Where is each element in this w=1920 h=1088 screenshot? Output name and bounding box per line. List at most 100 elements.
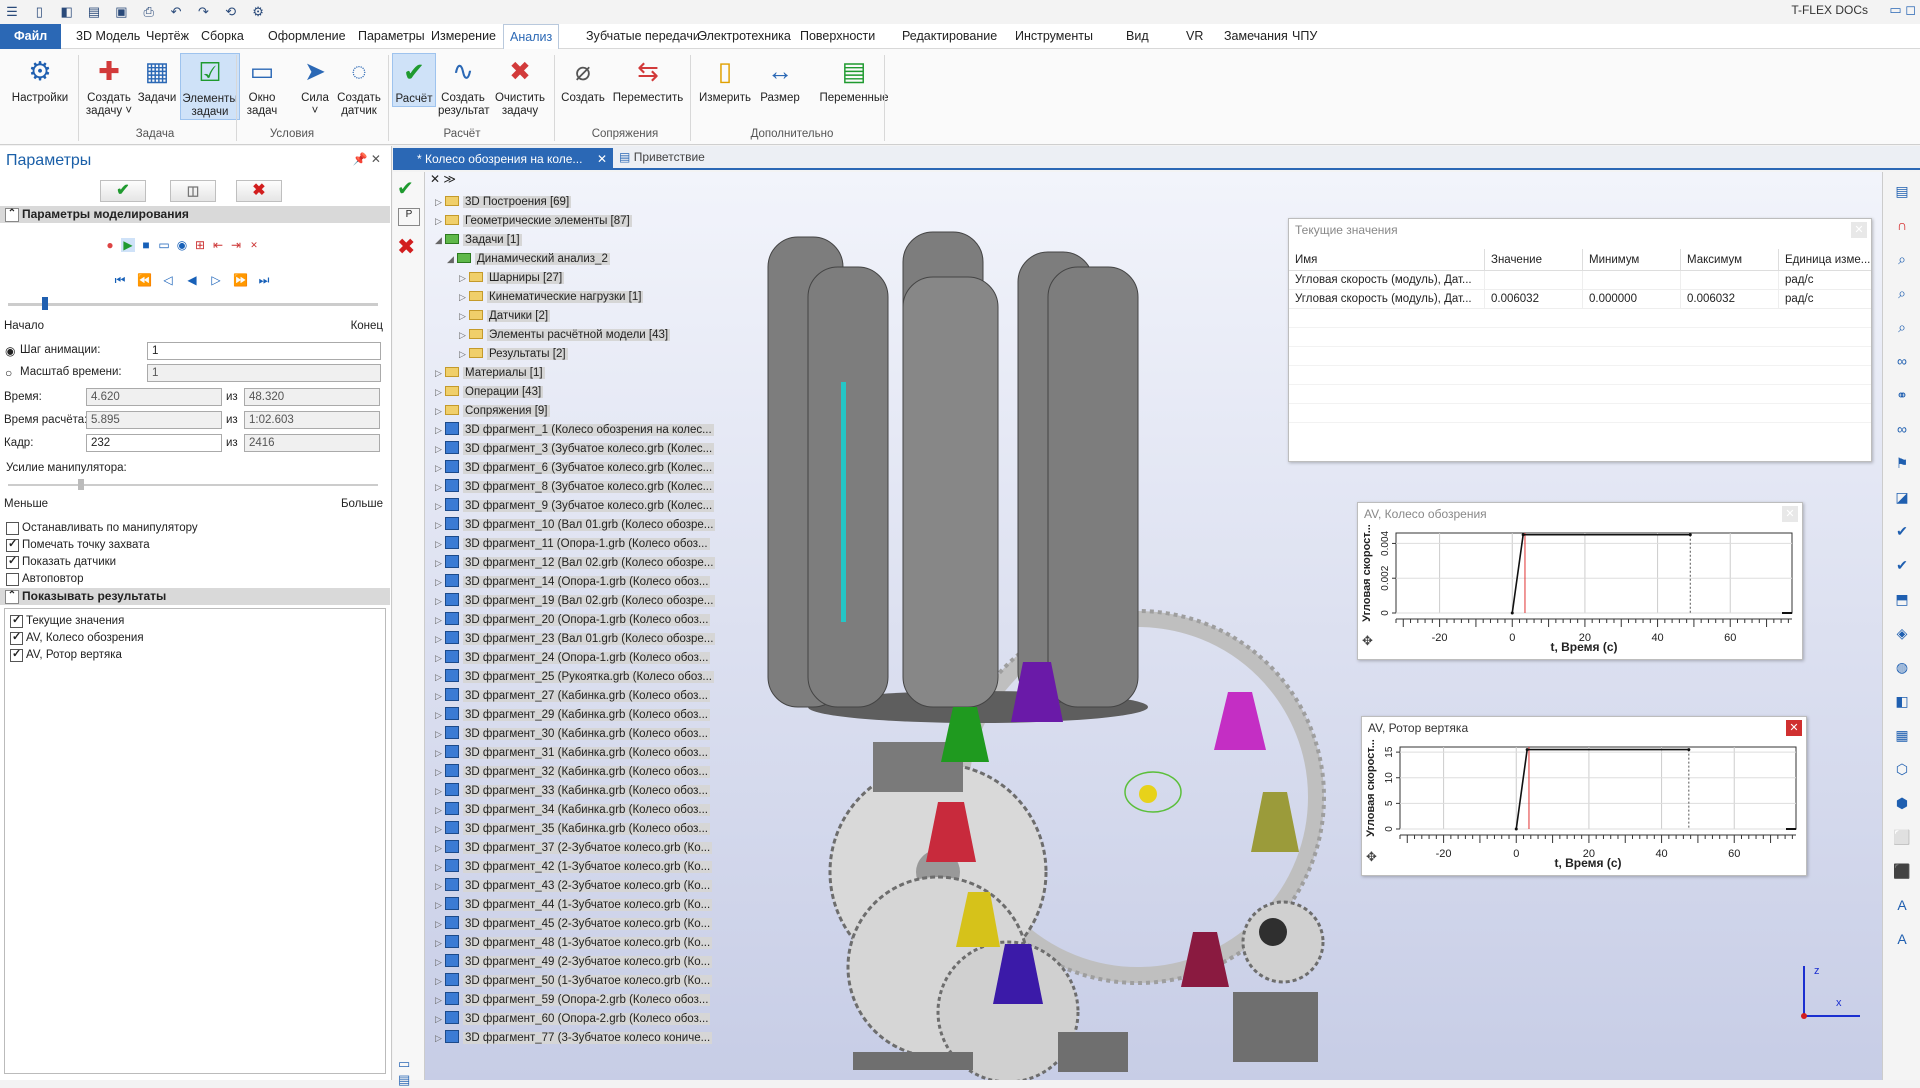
section-results[interactable]: Показывать результаты <box>0 588 390 605</box>
tree-item[interactable]: ▷ Результаты [2] <box>459 346 568 363</box>
section-sim-params[interactable]: Параметры моделирования <box>0 206 390 223</box>
expand-icon[interactable]: ▷ <box>435 1030 445 1047</box>
tree-item[interactable]: ▷ 3D фрагмент_37 (2-Зубчатое колесо.grb (… <box>435 840 713 857</box>
expand-icon[interactable]: ▷ <box>459 346 469 363</box>
view-tool-icon-21[interactable]: A <box>1891 894 1913 916</box>
menu-15[interactable]: Замечания <box>1218 24 1294 49</box>
expand-icon[interactable]: ▷ <box>435 802 445 819</box>
view-tool-icon-6[interactable]: ⚭ <box>1891 384 1913 406</box>
expand-icon[interactable]: ▷ <box>435 479 445 496</box>
column-header[interactable]: Имя <box>1289 249 1484 270</box>
tree-item[interactable]: ▷ 3D фрагмент_19 (Вал 02.grb (Колесо обоз… <box>435 593 716 610</box>
view-tool-icon-5[interactable]: ∞ <box>1891 350 1913 372</box>
tree-item[interactable]: ◢ Динамический анализ_2 <box>447 251 610 268</box>
expand-icon[interactable]: ◢ <box>447 251 457 268</box>
tree-item[interactable]: ▷ 3D фрагмент_59 (Опора-2.grb (Колесо обо… <box>435 992 711 1009</box>
tree-close-icon[interactable]: ✕ ≫ <box>430 172 460 190</box>
expand-icon[interactable]: ▷ <box>435 821 445 838</box>
view-mode-icon[interactable]: ▭ ▤ <box>398 1056 424 1088</box>
mark-end-icon[interactable]: ⇥ <box>229 238 243 252</box>
go-last-icon[interactable]: ⏭ <box>257 273 271 287</box>
cancel-icon[interactable]: ✖ <box>397 234 415 260</box>
checkbox-1[interactable]: Помечать точку захвата <box>6 538 150 552</box>
ribbon-button-0[interactable]: ⚙ Настройки <box>6 53 74 105</box>
tree-item[interactable]: ▷ Геометрические элементы [87] <box>435 213 632 230</box>
view-tool-icon-3[interactable]: ⌕ <box>1891 282 1913 304</box>
tree-item[interactable]: ▷ 3D фрагмент_29 (Кабинка.grb (Колесо обо… <box>435 707 710 724</box>
table-row[interactable]: Угловая скорость (модуль), Дат... рад/с <box>1289 271 1871 290</box>
expand-icon[interactable]: ▷ <box>435 517 445 534</box>
expand-icon[interactable]: ▷ <box>435 764 445 781</box>
tree-item[interactable]: ▷ 3D фрагмент_33 (Кабинка.grb (Колесо обо… <box>435 783 710 800</box>
fast-forward-icon[interactable]: ⏩ <box>233 273 248 287</box>
tree-item[interactable]: ▷ Шарниры [27] <box>459 270 565 287</box>
expand-icon[interactable]: ▷ <box>435 916 445 933</box>
menu-5[interactable]: Параметры <box>352 24 431 49</box>
ribbon-button-6[interactable]: ◌ Создать датчик <box>335 53 383 118</box>
tree-item[interactable]: ▷ Кинематические нагрузки [1] <box>459 289 644 306</box>
tree-item[interactable]: ▷ 3D фрагмент_6 (Зубчатое колесо.grb (Кол… <box>435 460 715 477</box>
expand-icon[interactable]: ▷ <box>435 669 445 686</box>
menu-3[interactable]: Сборка <box>195 24 250 49</box>
checkbox-0[interactable]: Останавливать по манипулятору <box>6 522 198 535</box>
view-tool-icon-0[interactable]: ▤ <box>1891 180 1913 202</box>
ribbon-button-2[interactable]: ▦ Задачи <box>134 53 180 105</box>
template-icon[interactable]: ▤ <box>84 3 104 21</box>
go-first-icon[interactable]: ⏮ <box>113 273 127 287</box>
expand-icon[interactable]: ▷ <box>435 194 445 211</box>
ribbon-button-9[interactable]: ✖ Очистить задачу <box>492 53 548 118</box>
expand-icon[interactable]: ▷ <box>435 992 445 1009</box>
tree-item[interactable]: ▷ Материалы [1] <box>435 365 545 382</box>
menu-11[interactable]: Редактирование <box>896 24 1003 49</box>
step-back-icon[interactable]: ◁ <box>161 273 175 287</box>
view-tool-icon-22[interactable]: A <box>1891 928 1913 950</box>
expand-icon[interactable]: ▷ <box>435 612 445 629</box>
tree-item[interactable]: ▷ 3D фрагмент_31 (Кабинка.grb (Колесо обо… <box>435 745 710 762</box>
cancel-button[interactable]: ✖ <box>236 180 282 202</box>
expand-icon[interactable]: ▷ <box>435 897 445 914</box>
ribbon-button-11[interactable]: ⇆ Переместить <box>610 53 686 105</box>
ribbon-button-3[interactable]: ☑ Элементы задачи <box>180 53 240 120</box>
expand-icon[interactable]: ▷ <box>435 422 445 439</box>
expand-icon[interactable]: ▷ <box>435 384 445 401</box>
tree-item[interactable]: ▷ 3D фрагмент_30 (Кабинка.grb (Колесо обо… <box>435 726 710 743</box>
tree-item[interactable]: ▷ 3D фрагмент_10 (Вал 01.grb (Колесо обоз… <box>435 517 716 534</box>
column-header[interactable]: Минимум <box>1582 249 1680 270</box>
expand-icon[interactable]: ▷ <box>435 213 445 230</box>
view-tool-icon-19[interactable]: ⬜ <box>1891 826 1913 848</box>
ribbon-button-8[interactable]: ∿ Создать результат <box>438 53 490 118</box>
ok-button[interactable]: ✔ <box>100 180 146 202</box>
tree-item[interactable]: ▷ 3D фрагмент_48 (1-Зубчатое колесо.grb (… <box>435 935 713 952</box>
expand-icon[interactable]: ▷ <box>435 726 445 743</box>
menu-6[interactable]: Измерение <box>425 24 502 49</box>
expand-icon[interactable]: ▷ <box>435 631 445 648</box>
view-tool-icon-13[interactable]: ◈ <box>1891 622 1913 644</box>
view-tool-icon-18[interactable]: ⬢ <box>1891 792 1913 814</box>
fast-back-icon[interactable]: ⏪ <box>137 273 152 287</box>
tree-item[interactable]: ▷ Элементы расчётной модели [43] <box>459 327 671 344</box>
record-icon[interactable]: ● <box>103 238 117 252</box>
tree-item[interactable]: ▷ 3D фрагмент_27 (Кабинка.grb (Колесо обо… <box>435 688 710 705</box>
expand-icon[interactable]: ▷ <box>435 574 445 591</box>
undo-icon[interactable]: ↶ <box>166 3 186 21</box>
tree-item[interactable]: ▷ 3D фрагмент_14 (Опора-1.grb (Колесо обо… <box>435 574 711 591</box>
tree-item[interactable]: ▷ 3D фрагмент_49 (2-Зубчатое колесо.grb (… <box>435 954 713 971</box>
tab-document[interactable]: * Колесо обозрения на коле... ✕ <box>393 148 613 170</box>
expand-icon[interactable]: ▷ <box>435 460 445 477</box>
tree-item[interactable]: ▷ 3D фрагмент_20 (Опора-1.grb (Колесо обо… <box>435 612 711 629</box>
tree-item[interactable]: ▷ 3D фрагмент_25 (Рукоятка.grb (Колесо об… <box>435 669 714 686</box>
redo-icon[interactable]: ↷ <box>193 3 213 21</box>
expand-icon[interactable]: ▷ <box>435 555 445 572</box>
regenerate-icon[interactable]: ⟲ <box>221 3 241 21</box>
menu-13[interactable]: Вид <box>1120 24 1155 49</box>
checkbox-2[interactable]: Показать датчики <box>6 555 116 569</box>
view-tool-icon-16[interactable]: ▦ <box>1891 724 1913 746</box>
expand-icon[interactable]: ▷ <box>435 840 445 857</box>
tab-welcome[interactable]: ▤ Приветствие <box>619 150 705 164</box>
view-tool-icon-9[interactable]: ◪ <box>1891 486 1913 508</box>
expand-icon[interactable]: ▷ <box>435 859 445 876</box>
anim-step-field[interactable]: 1 <box>147 342 381 360</box>
tree-item[interactable]: ▷ Датчики [2] <box>459 308 551 325</box>
result-checkbox-2[interactable]: AV, Ротор вертяка <box>10 648 122 662</box>
tree-item[interactable]: ▷ 3D фрагмент_60 (Опора-2.grb (Колесо обо… <box>435 1011 711 1028</box>
